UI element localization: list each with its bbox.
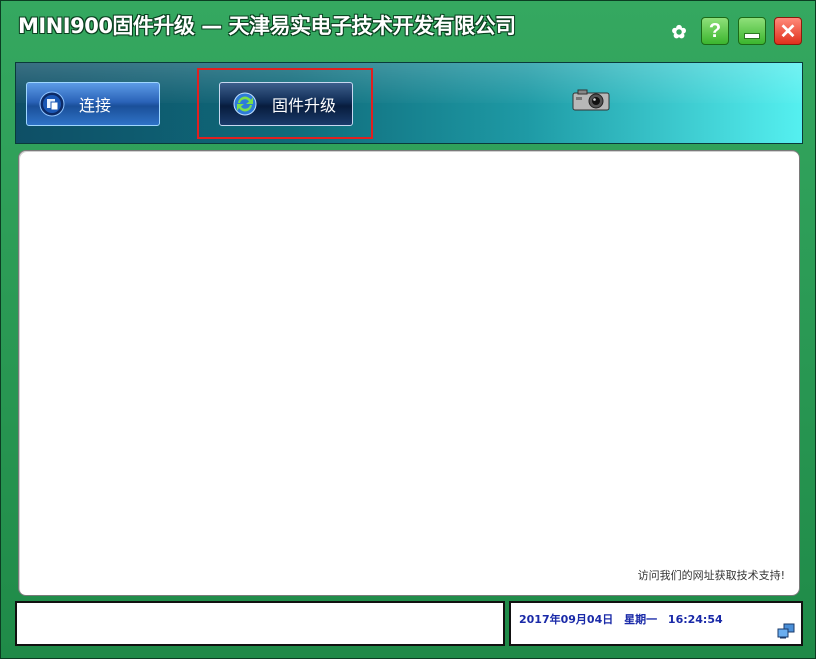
- log-panel: 访问我们的网址获取技术支持!: [18, 150, 800, 596]
- refresh-icon: [233, 92, 257, 116]
- connect-label: 连接: [79, 96, 112, 115]
- connect-button[interactable]: 连接: [26, 82, 160, 126]
- window-title: MINI900固件升级 — 天津易实电子技术开发有限公司: [18, 14, 516, 38]
- firmware-upgrade-label: 固件升级: [272, 96, 337, 115]
- toolbar: 连接 固件升级: [15, 62, 803, 144]
- minimize-icon: [744, 33, 760, 39]
- settings-gear-icon[interactable]: ✿: [668, 21, 690, 43]
- app-window: MINI900固件升级 — 天津易实电子技术开发有限公司 ✿ ? ✕ 连接 固件…: [0, 0, 816, 659]
- network-icon: [777, 623, 795, 639]
- firmware-upgrade-button[interactable]: 固件升级: [219, 82, 353, 126]
- datetime-display: 2017年09月04日 星期一 16:24:54: [519, 611, 730, 627]
- support-link-text[interactable]: 访问我们的网址获取技术支持!: [638, 567, 785, 583]
- status-bar-left: [15, 601, 505, 646]
- minimize-button[interactable]: [738, 17, 766, 45]
- title-bar[interactable]: MINI900固件升级 — 天津易实电子技术开发有限公司 ✿ ? ✕: [1, 1, 815, 59]
- date-text: 2017年09月04日: [519, 613, 614, 626]
- connect-icon: [39, 91, 65, 117]
- time-text: 16:24:54: [667, 613, 723, 626]
- help-button[interactable]: ?: [701, 17, 729, 45]
- camera-icon[interactable]: [572, 88, 610, 112]
- weekday-text: 星期一: [624, 613, 658, 626]
- close-button[interactable]: ✕: [774, 17, 802, 45]
- close-icon: ✕: [779, 20, 797, 43]
- status-bar-datetime: 2017年09月04日 星期一 16:24:54: [509, 601, 803, 646]
- help-label: ?: [708, 19, 722, 42]
